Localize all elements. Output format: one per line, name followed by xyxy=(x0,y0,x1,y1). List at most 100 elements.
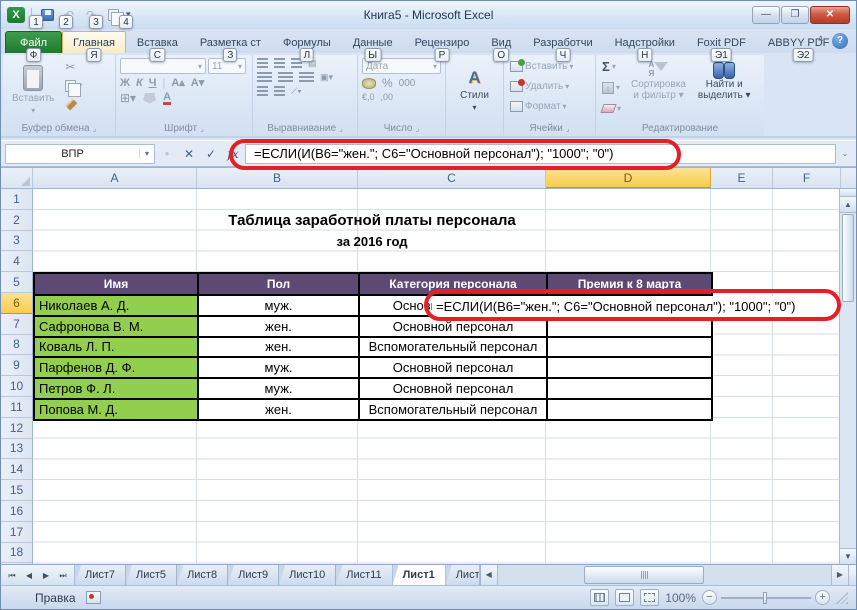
cell-category[interactable]: Основной персонал xyxy=(359,316,547,337)
sheet-tab[interactable]: Лист5 xyxy=(126,565,177,585)
format-cells-button[interactable]: Формат▾ xyxy=(508,98,591,115)
cell-name[interactable]: Парфенов Д. Ф. xyxy=(34,357,198,378)
expand-formula-bar-icon[interactable]: ⌄ xyxy=(838,149,852,158)
insert-cells-button[interactable]: Вставить▾ xyxy=(508,58,591,75)
cell-category[interactable]: Основной персонал xyxy=(359,378,547,399)
currency-icon[interactable] xyxy=(362,78,376,89)
cell-name[interactable]: Коваль Л. П. xyxy=(34,337,198,358)
next-sheet-icon[interactable]: ▶ xyxy=(38,568,54,583)
macro-record-icon[interactable] xyxy=(86,591,101,604)
dialog-launcher-icon[interactable]: ⌟ xyxy=(566,124,570,133)
ribbon-tab[interactable]: Разработчи Ч xyxy=(522,31,603,53)
cell-bonus[interactable] xyxy=(547,316,712,337)
ribbon-tab[interactable]: Вид О xyxy=(480,31,522,53)
excel-app-icon[interactable]: X xyxy=(7,7,25,23)
tab-split-handle[interactable] xyxy=(848,565,856,585)
row-header[interactable]: 16 xyxy=(1,501,32,522)
row-header[interactable]: 17 xyxy=(1,522,32,543)
ribbon-tab[interactable]: Надстройки Н xyxy=(604,31,686,53)
cancel-entry-button[interactable]: ✕ xyxy=(179,144,199,164)
column-header[interactable]: C xyxy=(358,168,546,188)
align-center-icon[interactable] xyxy=(278,72,293,82)
row-header[interactable]: 3 xyxy=(1,231,32,252)
sheet-tab[interactable]: Лист8 xyxy=(177,565,228,585)
row-header[interactable]: 8 xyxy=(1,335,32,356)
row-header[interactable]: 2 xyxy=(1,210,32,231)
clear-button[interactable]: ▾ xyxy=(600,100,623,117)
zoom-out-icon[interactable]: − xyxy=(702,590,717,605)
name-box[interactable]: ВПР ▾ xyxy=(5,144,155,164)
cell-name[interactable]: Попова М. Д. xyxy=(34,399,198,420)
fill-button[interactable]: ↓▾ xyxy=(600,79,623,96)
ribbon-tab[interactable]: Формулы Л xyxy=(272,31,342,53)
row-header[interactable]: 4 xyxy=(1,251,32,272)
ribbon-tab[interactable]: Рецензиро Р xyxy=(404,31,481,53)
close-button[interactable]: ✕ xyxy=(810,6,850,24)
last-sheet-icon[interactable]: ⏭ xyxy=(55,568,71,583)
row-header[interactable]: 14 xyxy=(1,459,32,480)
delete-cells-button[interactable]: Удалить▾ xyxy=(508,78,591,95)
name-box-dropdown-icon[interactable]: ▾ xyxy=(139,149,154,158)
ribbon-tab[interactable]: Вставка С xyxy=(126,31,189,53)
merge-center-icon[interactable]: ▣▾ xyxy=(320,72,333,83)
align-right-icon[interactable] xyxy=(299,72,314,82)
find-select-button[interactable]: Найти ивыделить ▾ xyxy=(694,58,755,121)
select-all-corner[interactable] xyxy=(1,168,33,188)
sheet-tab[interactable]: Лист9 xyxy=(228,565,279,585)
restore-button[interactable]: ❐ xyxy=(781,6,809,24)
page-break-view-button[interactable] xyxy=(640,589,659,606)
increase-decimal-button[interactable]: €,0 xyxy=(362,92,375,102)
column-header[interactable]: F xyxy=(773,168,841,188)
horizontal-scroll-track[interactable] xyxy=(498,565,831,585)
ribbon-tab[interactable]: Главная Я xyxy=(62,31,126,53)
row-header[interactable]: 12 xyxy=(1,418,32,439)
fill-color-icon[interactable] xyxy=(143,93,156,104)
scroll-right-icon[interactable]: ▶ xyxy=(831,565,848,585)
scroll-up-icon[interactable]: ▲ xyxy=(840,197,856,213)
cell-formula-editor[interactable]: =ЕСЛИ(И(B6="жен."; C6="Основной персонал… xyxy=(432,296,836,317)
column-header[interactable]: D xyxy=(546,168,711,188)
sheet-tab[interactable]: Лист11 xyxy=(336,565,392,585)
scroll-down-icon[interactable]: ▼ xyxy=(840,548,856,564)
styles-button[interactable]: А Стили ▾ xyxy=(455,58,494,121)
row-header[interactable]: 9 xyxy=(1,355,32,376)
dialog-launcher-icon[interactable]: ⌟ xyxy=(93,124,97,133)
increase-indent-icon[interactable] xyxy=(274,86,285,96)
insert-function-button[interactable]: fx xyxy=(223,144,243,164)
cell-bonus[interactable] xyxy=(547,357,712,378)
dialog-launcher-icon[interactable]: ⌟ xyxy=(416,124,420,133)
ribbon-tab[interactable]: Разметка ст З xyxy=(189,31,272,53)
decrease-font-button[interactable]: А▾ xyxy=(191,76,204,89)
cell-bonus[interactable] xyxy=(547,378,712,399)
first-sheet-icon[interactable]: ⏮ xyxy=(4,568,20,583)
sheet-tab[interactable]: Лист1 xyxy=(393,565,446,585)
ribbon-tab[interactable]: Foxit PDF Э1 xyxy=(686,31,757,53)
cell-category[interactable]: Вспомогательный персонал xyxy=(359,337,547,358)
cell-name[interactable]: Николаев А. Д. xyxy=(34,295,198,316)
format-painter-button[interactable] xyxy=(63,96,84,113)
borders-icon[interactable]: ⊞▾ xyxy=(120,91,136,105)
decrease-decimal-button[interactable]: ,00 xyxy=(381,92,394,102)
row-header[interactable]: 1 xyxy=(1,189,32,210)
minimize-button[interactable]: — xyxy=(752,6,780,24)
align-middle-icon[interactable] xyxy=(274,58,285,68)
split-handle[interactable] xyxy=(840,189,856,197)
decrease-indent-icon[interactable] xyxy=(257,86,268,96)
underline-button[interactable]: Ч xyxy=(149,77,157,89)
zoom-track[interactable] xyxy=(721,597,811,599)
cell-gender[interactable]: жен. xyxy=(198,399,359,420)
resize-grip[interactable] xyxy=(836,592,848,604)
minimize-ribbon-icon[interactable]: ∧ xyxy=(817,33,824,49)
vertical-scrollbar[interactable]: ▲ ▼ xyxy=(839,189,856,564)
increase-font-button[interactable]: А▴ xyxy=(171,76,184,89)
zoom-slider[interactable]: − + xyxy=(702,590,830,605)
dialog-launcher-icon[interactable]: ⌟ xyxy=(339,124,343,133)
font-color-icon[interactable]: А xyxy=(163,92,171,105)
row-header[interactable]: 19 xyxy=(1,563,32,564)
align-top-icon[interactable] xyxy=(257,58,268,68)
dialog-launcher-icon[interactable]: ⌟ xyxy=(200,124,204,133)
cell-category[interactable]: Вспомогательный персонал xyxy=(359,399,547,420)
orientation-icon[interactable]: ⟋▾ xyxy=(291,86,302,97)
percent-button[interactable]: % xyxy=(382,76,393,90)
scroll-left-icon[interactable]: ◀ xyxy=(481,565,498,585)
